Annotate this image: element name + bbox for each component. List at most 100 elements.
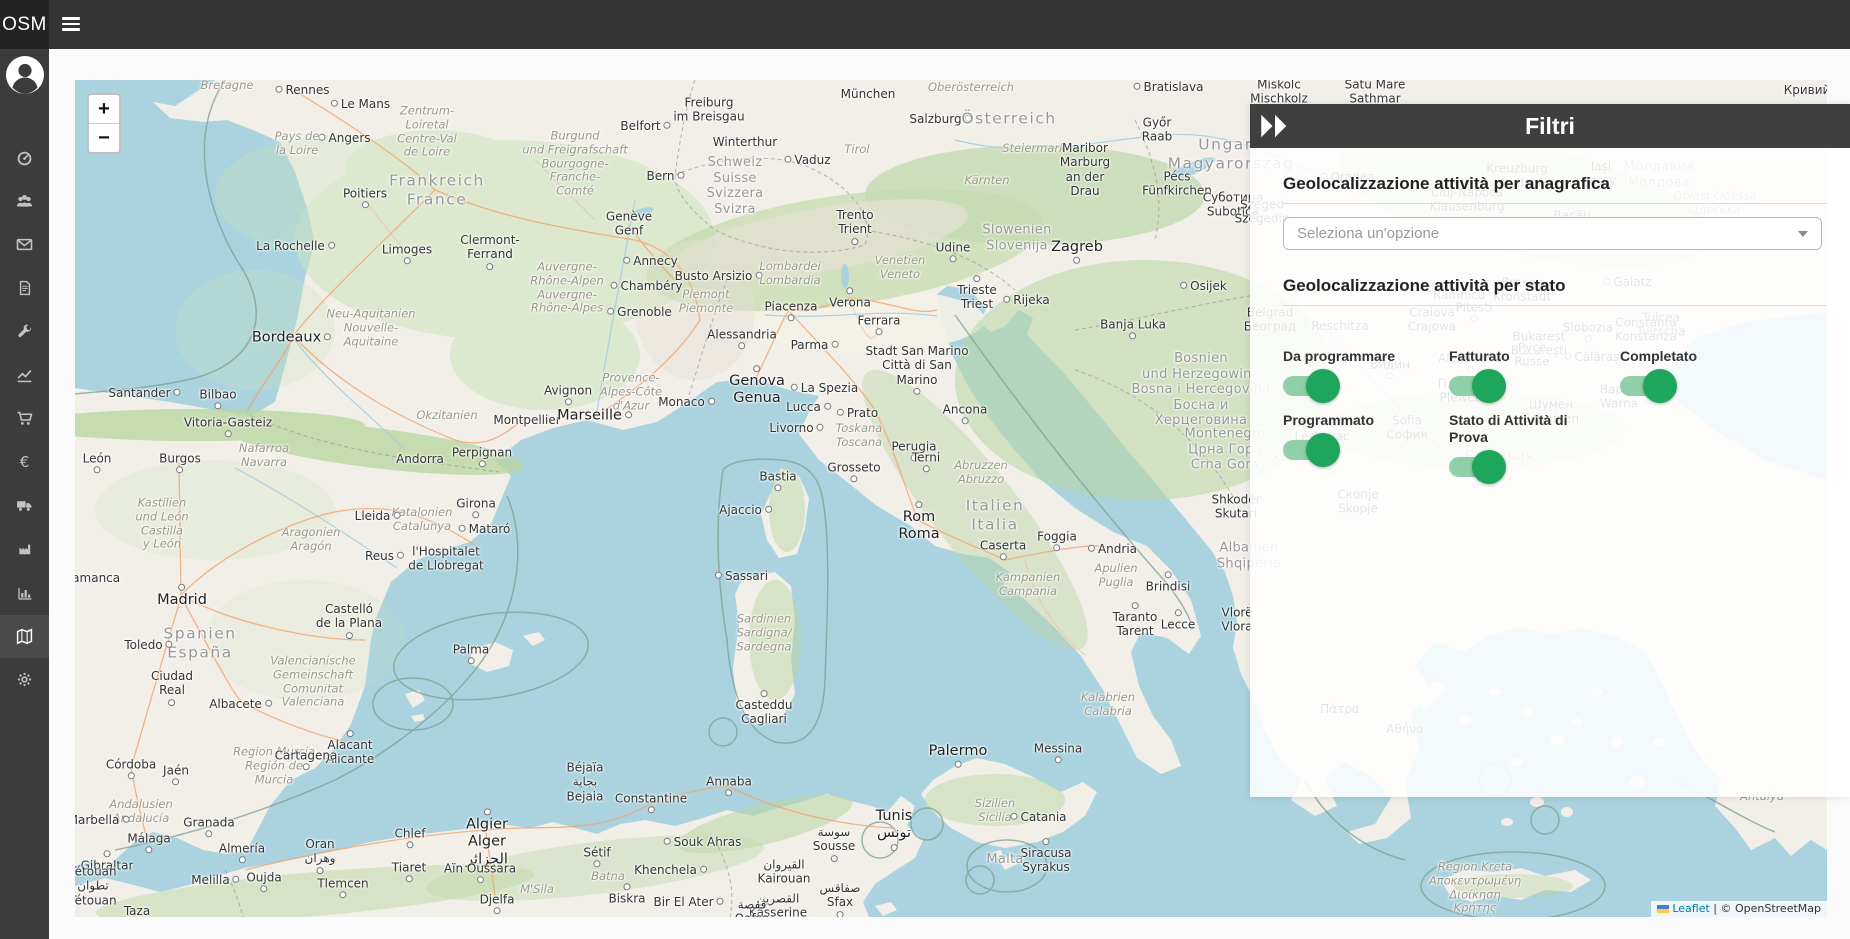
leaflet-link[interactable]: Leaflet	[1672, 902, 1709, 915]
city-marker-icon	[407, 842, 414, 849]
map-label: Biskra	[608, 882, 645, 905]
map-label: Albacete	[209, 697, 275, 711]
map-label: Ferrara	[858, 313, 901, 336]
city-marker-icon	[791, 384, 798, 391]
city-marker-icon	[472, 512, 479, 519]
map-label: MiskolcMischkolz	[1250, 80, 1308, 106]
map-label: TarantoTarent	[1113, 601, 1158, 639]
toggle-programmato[interactable]	[1283, 440, 1338, 460]
map-label: VenetienVeneto	[875, 254, 926, 282]
city-marker-icon	[623, 257, 630, 264]
city-marker-icon	[1073, 257, 1080, 264]
map-label: القيروانKairouan	[758, 858, 811, 887]
map-label: Tiaret	[392, 860, 426, 883]
city-marker-icon	[169, 699, 176, 706]
sidebar-item-production[interactable]	[0, 528, 49, 572]
sidebar-nav: €	[0, 136, 49, 702]
zoom-out-button[interactable]: −	[89, 124, 119, 152]
filters-panel-title: Filtri	[1250, 104, 1850, 148]
city-marker-icon	[664, 122, 671, 129]
map-label: Verona	[829, 286, 871, 309]
map-label: Grosseto	[827, 460, 880, 483]
city-marker-icon	[923, 466, 930, 473]
city-marker-icon	[476, 877, 483, 884]
map-label: La Rochelle	[256, 239, 338, 253]
map-label: Vitoria-Gasteiz	[184, 415, 272, 438]
map-label: Auvergne-Rhône-AlpenAuvergne-Rhône-Alpes	[530, 260, 604, 315]
user-avatar-icon[interactable]	[5, 55, 45, 95]
map-label: Córdoba	[106, 757, 156, 780]
toggle-completato[interactable]	[1620, 376, 1675, 396]
sidebar-item-dashboard[interactable]	[0, 136, 49, 180]
map-label: Kärnten	[964, 174, 1009, 188]
map-label: Bordeaux	[252, 329, 334, 346]
city-marker-icon	[225, 431, 232, 438]
ukraine-flag-icon	[1657, 905, 1669, 913]
divider	[1283, 203, 1827, 204]
city-marker-icon	[708, 398, 715, 405]
sidebar-item-tools[interactable]	[0, 310, 49, 354]
map-label: FrankreichFrance	[389, 171, 485, 208]
chevron-down-icon	[1798, 231, 1808, 237]
city-marker-icon	[1134, 83, 1141, 90]
sidebar-item-cart[interactable]	[0, 397, 49, 441]
stato-toggle-grid: Da programmare Fatturato Completato Prog…	[1283, 348, 1827, 477]
city-marker-icon	[565, 399, 572, 406]
map-label: Bastia	[759, 469, 796, 492]
map-label: Taza	[124, 904, 150, 917]
map-zoom-control: + −	[87, 93, 121, 154]
map-attribution: Leaflet | © OpenStreetMap	[1651, 901, 1827, 917]
city-marker-icon	[914, 388, 921, 395]
toggle-fatturato[interactable]	[1449, 376, 1504, 396]
city-marker-icon	[1180, 282, 1187, 289]
map-label: TrentoTrient	[836, 208, 873, 246]
map-label: Montpellier	[493, 413, 560, 427]
map-label: Burgundund FreigrafschaftBourgogne-Franc…	[522, 130, 627, 199]
toggle-da-programmare[interactable]	[1283, 376, 1338, 396]
city-marker-icon	[331, 100, 338, 107]
sidebar-item-analytics[interactable]	[0, 354, 49, 398]
attribution-copyright[interactable]: | © OpenStreetMap	[1713, 902, 1821, 915]
map-label: León	[83, 451, 112, 474]
sidebar-item-document[interactable]	[0, 267, 49, 311]
map-label: Melilla	[191, 873, 242, 887]
toggle-cell: Programmato	[1283, 412, 1449, 477]
city-marker-icon	[852, 238, 859, 245]
double-chevron-right-icon[interactable]	[1260, 112, 1290, 140]
map-label: Sétif	[583, 845, 610, 868]
map-label: Bilbao	[199, 387, 236, 410]
map-label: Bratislava	[1131, 80, 1204, 94]
map-label: LombardeiLombardia	[759, 260, 820, 288]
city-marker-icon	[205, 831, 212, 838]
app-logo[interactable]: OSM	[0, 0, 49, 49]
city-marker-icon	[128, 773, 135, 780]
sidebar-item-map[interactable]	[0, 615, 49, 659]
map-label: Avignon	[544, 383, 592, 406]
sidebar-item-billing[interactable]: €	[0, 441, 49, 485]
map-label: PiemontPiemonte	[679, 288, 733, 316]
sidebar-item-mail[interactable]	[0, 223, 49, 267]
sidebar-item-logistics[interactable]	[0, 484, 49, 528]
map-label: Pays dela Loire	[275, 130, 320, 158]
map-label: AbruzzenAbruzzo	[954, 459, 1008, 487]
city-marker-icon	[664, 838, 671, 845]
map-label: TriesteTriest	[957, 274, 997, 312]
anagrafica-select[interactable]: Seleziona un'opzione	[1283, 217, 1822, 250]
sidebar-item-users[interactable]	[0, 180, 49, 224]
hamburger-icon[interactable]	[62, 17, 80, 31]
city-marker-icon	[174, 389, 181, 396]
city-marker-icon	[1088, 545, 1095, 552]
toggle-label: Completato	[1620, 348, 1827, 365]
city-marker-icon	[1130, 333, 1137, 340]
toggle-stato-attivita-prova[interactable]	[1449, 457, 1504, 477]
map-label: Annecy	[620, 254, 678, 268]
city-marker-icon	[760, 690, 767, 697]
sidebar-item-reports[interactable]	[0, 571, 49, 615]
map-label: Madrid	[157, 583, 207, 609]
map-label: ToskanaToscana	[836, 422, 883, 450]
sidebar-item-settings[interactable]	[0, 658, 49, 702]
toggle-cell: Fatturato	[1449, 348, 1620, 396]
map-label: Steiermark	[1002, 142, 1066, 156]
city-marker-icon	[233, 876, 240, 883]
zoom-in-button[interactable]: +	[89, 95, 119, 124]
